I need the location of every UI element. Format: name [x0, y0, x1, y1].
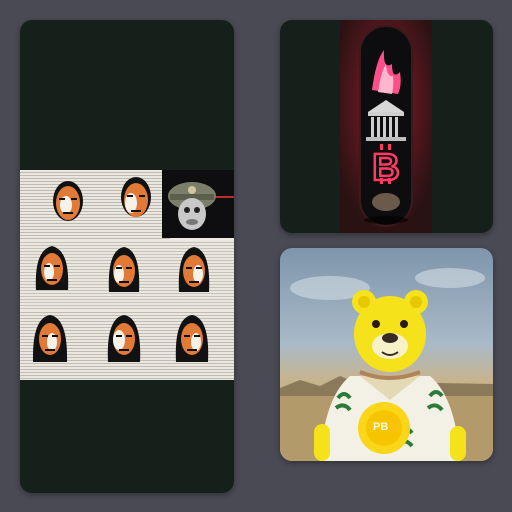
svg-text:B: B: [372, 147, 399, 189]
face-portrait: [107, 315, 141, 362]
gallery-card-yellow-bear[interactable]: PB: [280, 248, 493, 461]
helmet-portrait-panel: [162, 170, 234, 238]
face-portrait: [121, 177, 151, 217]
gallery-card-faces-collage[interactable]: [20, 20, 234, 493]
helmet-icon: [162, 170, 234, 238]
face-portrait: [35, 246, 69, 290]
gallery-card-skateboard[interactable]: B: [280, 20, 493, 233]
face-portrait: [175, 315, 209, 362]
bear-badge-text: PB: [373, 421, 389, 433]
face-portrait: [178, 247, 210, 292]
faces-collage-image: [20, 170, 234, 380]
face-portrait: [108, 247, 140, 292]
nft-gallery-grid: B PB: [0, 0, 512, 512]
skateboard-bitcoin-icon: B: [340, 20, 432, 233]
face-portrait: [32, 315, 68, 362]
face-portrait: [53, 181, 83, 221]
